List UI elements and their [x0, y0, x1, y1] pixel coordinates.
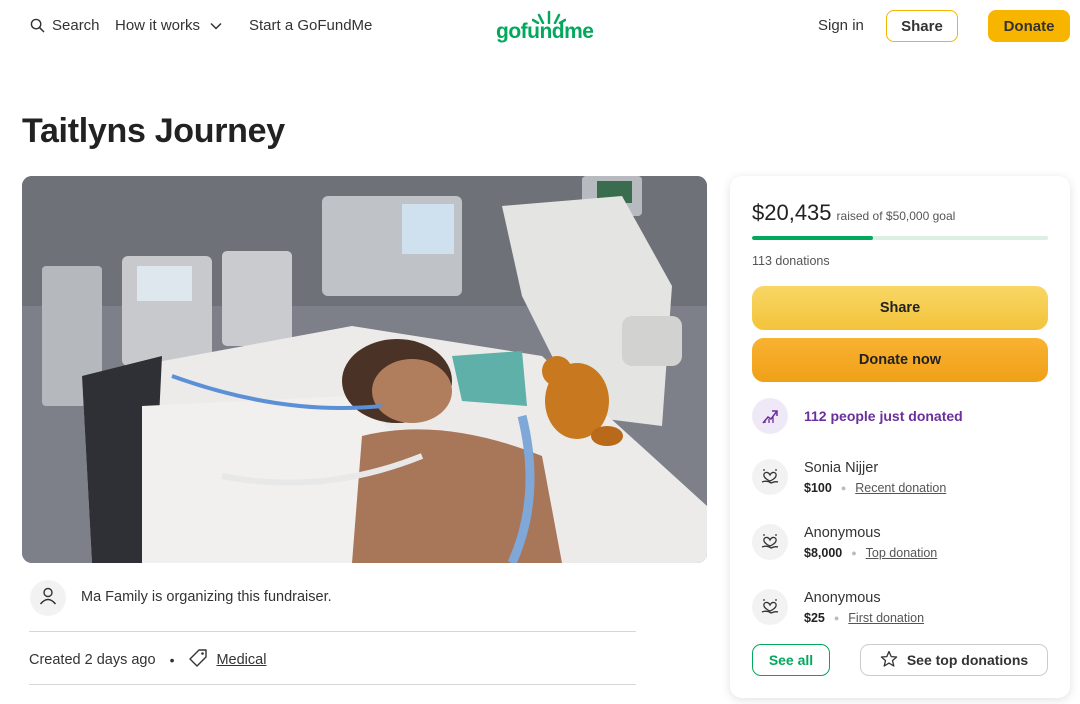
meta-separator: • [169, 652, 175, 668]
donation-card: $20,435 raised of $50,000 goal 113 donat… [730, 176, 1070, 698]
search-link[interactable]: Search [30, 17, 100, 34]
see-all-button[interactable]: See all [752, 644, 830, 676]
donate-now-button[interactable]: Donate now [752, 338, 1048, 382]
heart-hand-icon [752, 524, 788, 560]
donor-name: Anonymous [804, 590, 881, 606]
start-gofundme-link[interactable]: Start a GoFundMe [249, 17, 372, 34]
raised-summary: $20,435 raised of $50,000 goal [752, 200, 955, 226]
search-icon [30, 18, 45, 33]
top-navigation: Search How it works Start a GoFundMe gof… [0, 0, 1080, 52]
created-date: Created 2 days ago [29, 652, 156, 668]
tag-icon [188, 648, 208, 672]
campaign-meta: Created 2 days ago • Medical [29, 648, 266, 672]
category-link[interactable]: Medical [216, 652, 266, 668]
donor-item: Anonymous $8,000 ● Top donation [752, 524, 937, 560]
sign-in-link[interactable]: Sign in [818, 17, 864, 34]
header-share-button[interactable]: Share [886, 10, 958, 42]
recent-activity-text: 112 people just donated [804, 408, 963, 424]
organizer-avatar [30, 580, 66, 616]
divider [29, 684, 636, 685]
see-top-donations-button[interactable]: See top donations [860, 644, 1048, 676]
gofundme-logo[interactable]: gofundme [496, 10, 606, 44]
share-button[interactable]: Share [752, 286, 1048, 330]
donation-tag-link[interactable]: First donation [848, 611, 924, 625]
donor-name: Sonia Nijjer [804, 460, 879, 476]
donor-item: Sonia Nijjer $100 ● Recent donation [752, 459, 946, 495]
donation-tag-link[interactable]: Recent donation [855, 481, 946, 495]
raised-amount: $20,435 [752, 200, 832, 225]
progress-fill [752, 236, 874, 240]
donor-amount: $100 [804, 481, 832, 495]
page-title: Taitlyns Journey [22, 112, 285, 150]
heart-hand-icon [752, 589, 788, 625]
bullet-separator: ● [851, 548, 857, 558]
raised-goal: raised of $50,000 goal [836, 209, 956, 223]
progress-bar [752, 236, 1048, 240]
logo-wordmark: gofundme [496, 20, 594, 43]
bullet-separator: ● [840, 483, 847, 493]
donation-count: 113 donations [752, 254, 830, 268]
donation-tag-link[interactable]: Top donation [866, 546, 938, 560]
header-donate-button[interactable]: Donate [988, 10, 1070, 42]
donor-name: Anonymous [804, 525, 881, 541]
chevron-down-icon [210, 22, 222, 30]
donor-item: Anonymous $25 ● First donation [752, 589, 924, 625]
see-top-donations-label: See top donations [906, 652, 1029, 668]
organizer-text: Ma Family is organizing this fundraiser. [81, 589, 332, 605]
trending-up-icon [752, 398, 788, 434]
divider [29, 631, 636, 632]
start-gofundme-label: Start a GoFundMe [249, 17, 373, 34]
bullet-separator: ● [833, 613, 840, 623]
heart-hand-icon [752, 459, 788, 495]
donor-amount: $8,000 [804, 546, 843, 560]
campaign-hero-image [22, 176, 707, 563]
recent-activity: 112 people just donated [752, 398, 963, 434]
user-icon [38, 586, 58, 611]
star-icon [880, 650, 898, 671]
how-it-works-label: How it works [115, 17, 201, 34]
how-it-works-menu[interactable]: How it works [115, 17, 222, 34]
search-label: Search [52, 17, 100, 34]
donor-amount: $25 [804, 611, 825, 625]
